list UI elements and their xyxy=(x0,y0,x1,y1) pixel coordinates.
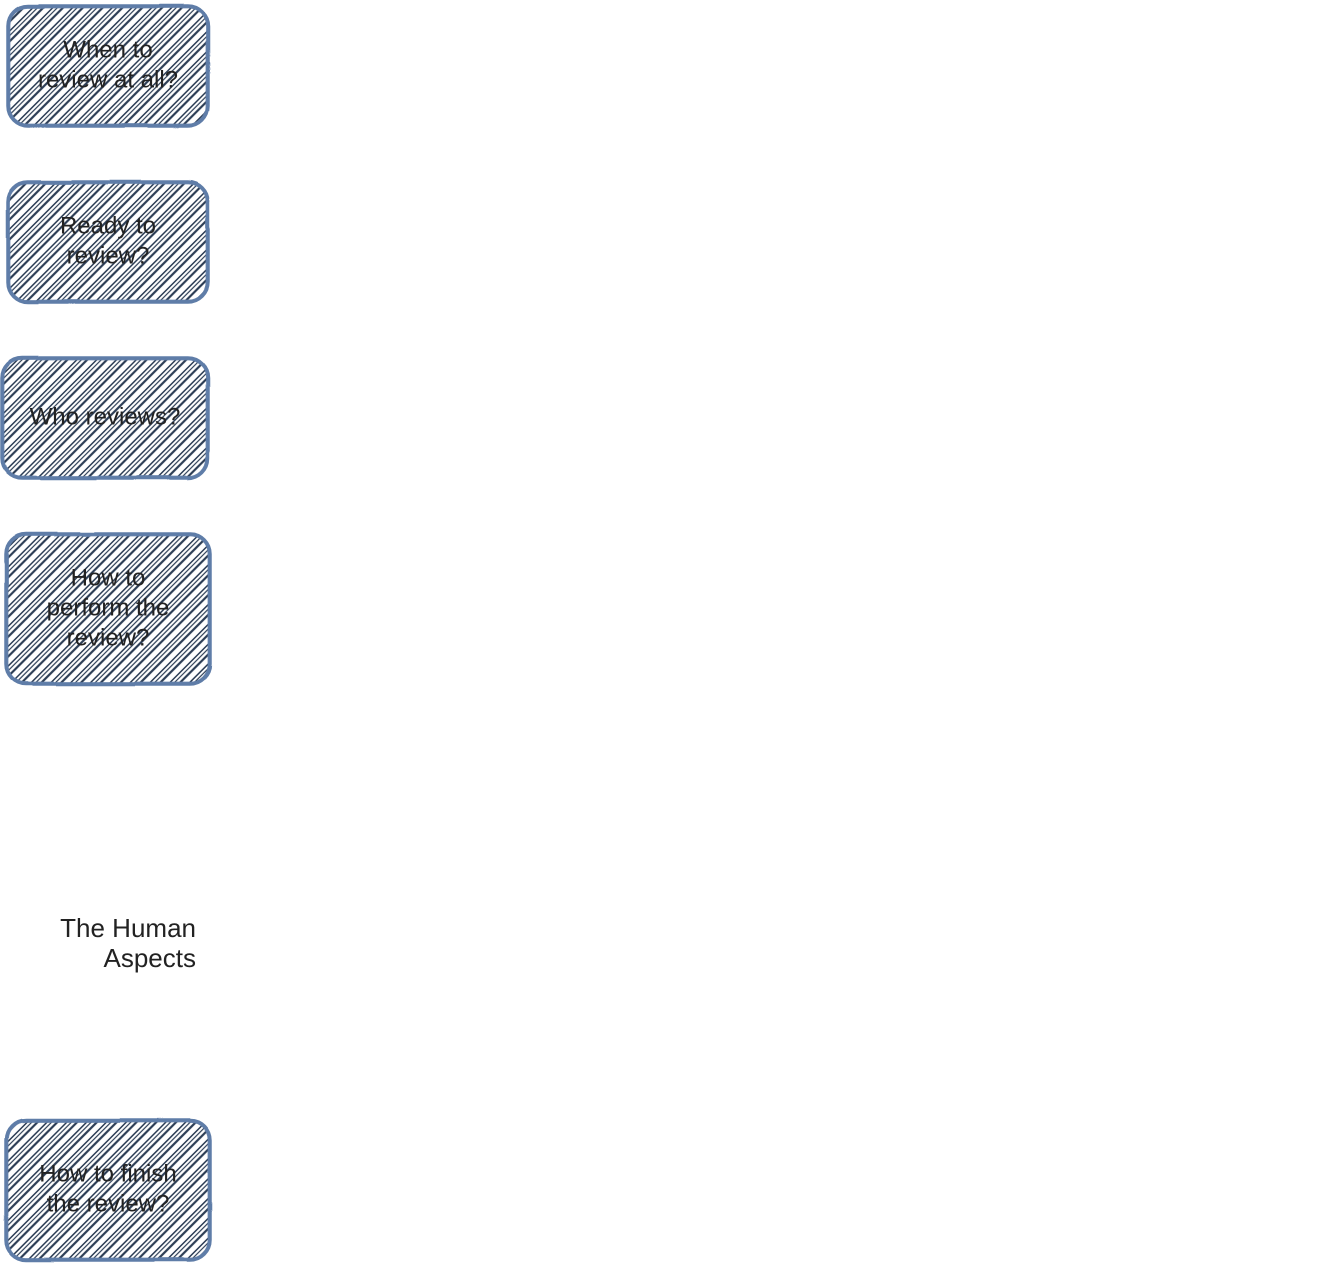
node-label: Aspects xyxy=(104,943,197,973)
node-label: review? xyxy=(67,242,150,269)
node-n3: Who reviews? xyxy=(2,358,208,478)
node-n4: How to perform the review? xyxy=(6,534,210,684)
node-label: When to xyxy=(63,36,152,63)
node-label: perform the xyxy=(47,594,170,621)
node-label: Ready to xyxy=(60,212,156,239)
node-n2: Ready to review? xyxy=(8,182,208,302)
node-label: Who reviews? xyxy=(30,403,181,430)
node-label: How to xyxy=(71,564,146,591)
node-n6: How to finish the review? xyxy=(6,1120,210,1260)
node-n5: The HumanAspects xyxy=(8,900,208,990)
node-label: the review? xyxy=(47,1190,170,1217)
node-label: review? xyxy=(67,624,150,651)
node-n1: When to review at all? xyxy=(8,6,208,126)
node-label: How to finish xyxy=(39,1160,176,1187)
node-label: The Human xyxy=(60,913,196,943)
flow-diagram: When to review at all? Ready to review? Who … xyxy=(0,0,1342,1282)
node-label: review at all? xyxy=(38,66,178,93)
